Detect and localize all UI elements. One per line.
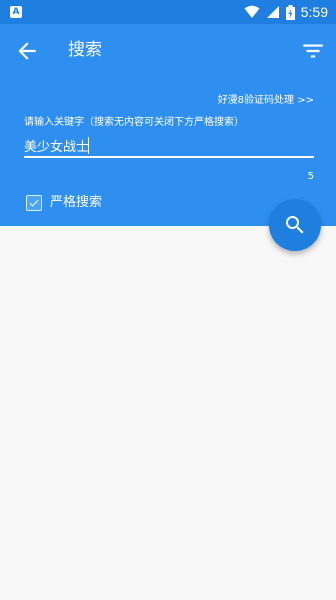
filter-button[interactable]	[300, 38, 326, 64]
battery-icon	[285, 4, 295, 20]
search-fab[interactable]	[269, 199, 321, 251]
arrow-left-icon	[18, 42, 36, 60]
status-bar: A 5:59	[0, 0, 336, 24]
filter-icon	[303, 44, 323, 58]
search-hint: 请输入关键字（搜索无内容可关闭下方严格搜索）	[24, 117, 244, 128]
text-caret	[88, 137, 89, 154]
status-time: 5:59	[300, 4, 328, 20]
back-button[interactable]	[14, 38, 40, 64]
search-input[interactable]	[24, 134, 314, 158]
strict-search-label: 严格搜索	[50, 195, 103, 210]
strict-search-checkbox[interactable]	[26, 195, 42, 211]
strict-search-toggle[interactable]: 严格搜索	[26, 194, 102, 212]
page-title: 搜索	[68, 40, 102, 60]
status-icons: 5:59	[244, 4, 328, 20]
search-icon	[286, 216, 304, 234]
notification-icon: A	[10, 6, 22, 18]
signal-icon	[266, 6, 279, 18]
wifi-icon	[244, 5, 260, 18]
char-counter: 5	[307, 171, 314, 182]
checkmark-icon	[29, 199, 39, 207]
search-header: 搜索 好漫8验证码处理 >> 请输入关键字（搜索无内容可关闭下方严格搜索） 5 …	[0, 24, 336, 226]
captcha-help-link[interactable]: 好漫8验证码处理 >>	[218, 94, 314, 108]
